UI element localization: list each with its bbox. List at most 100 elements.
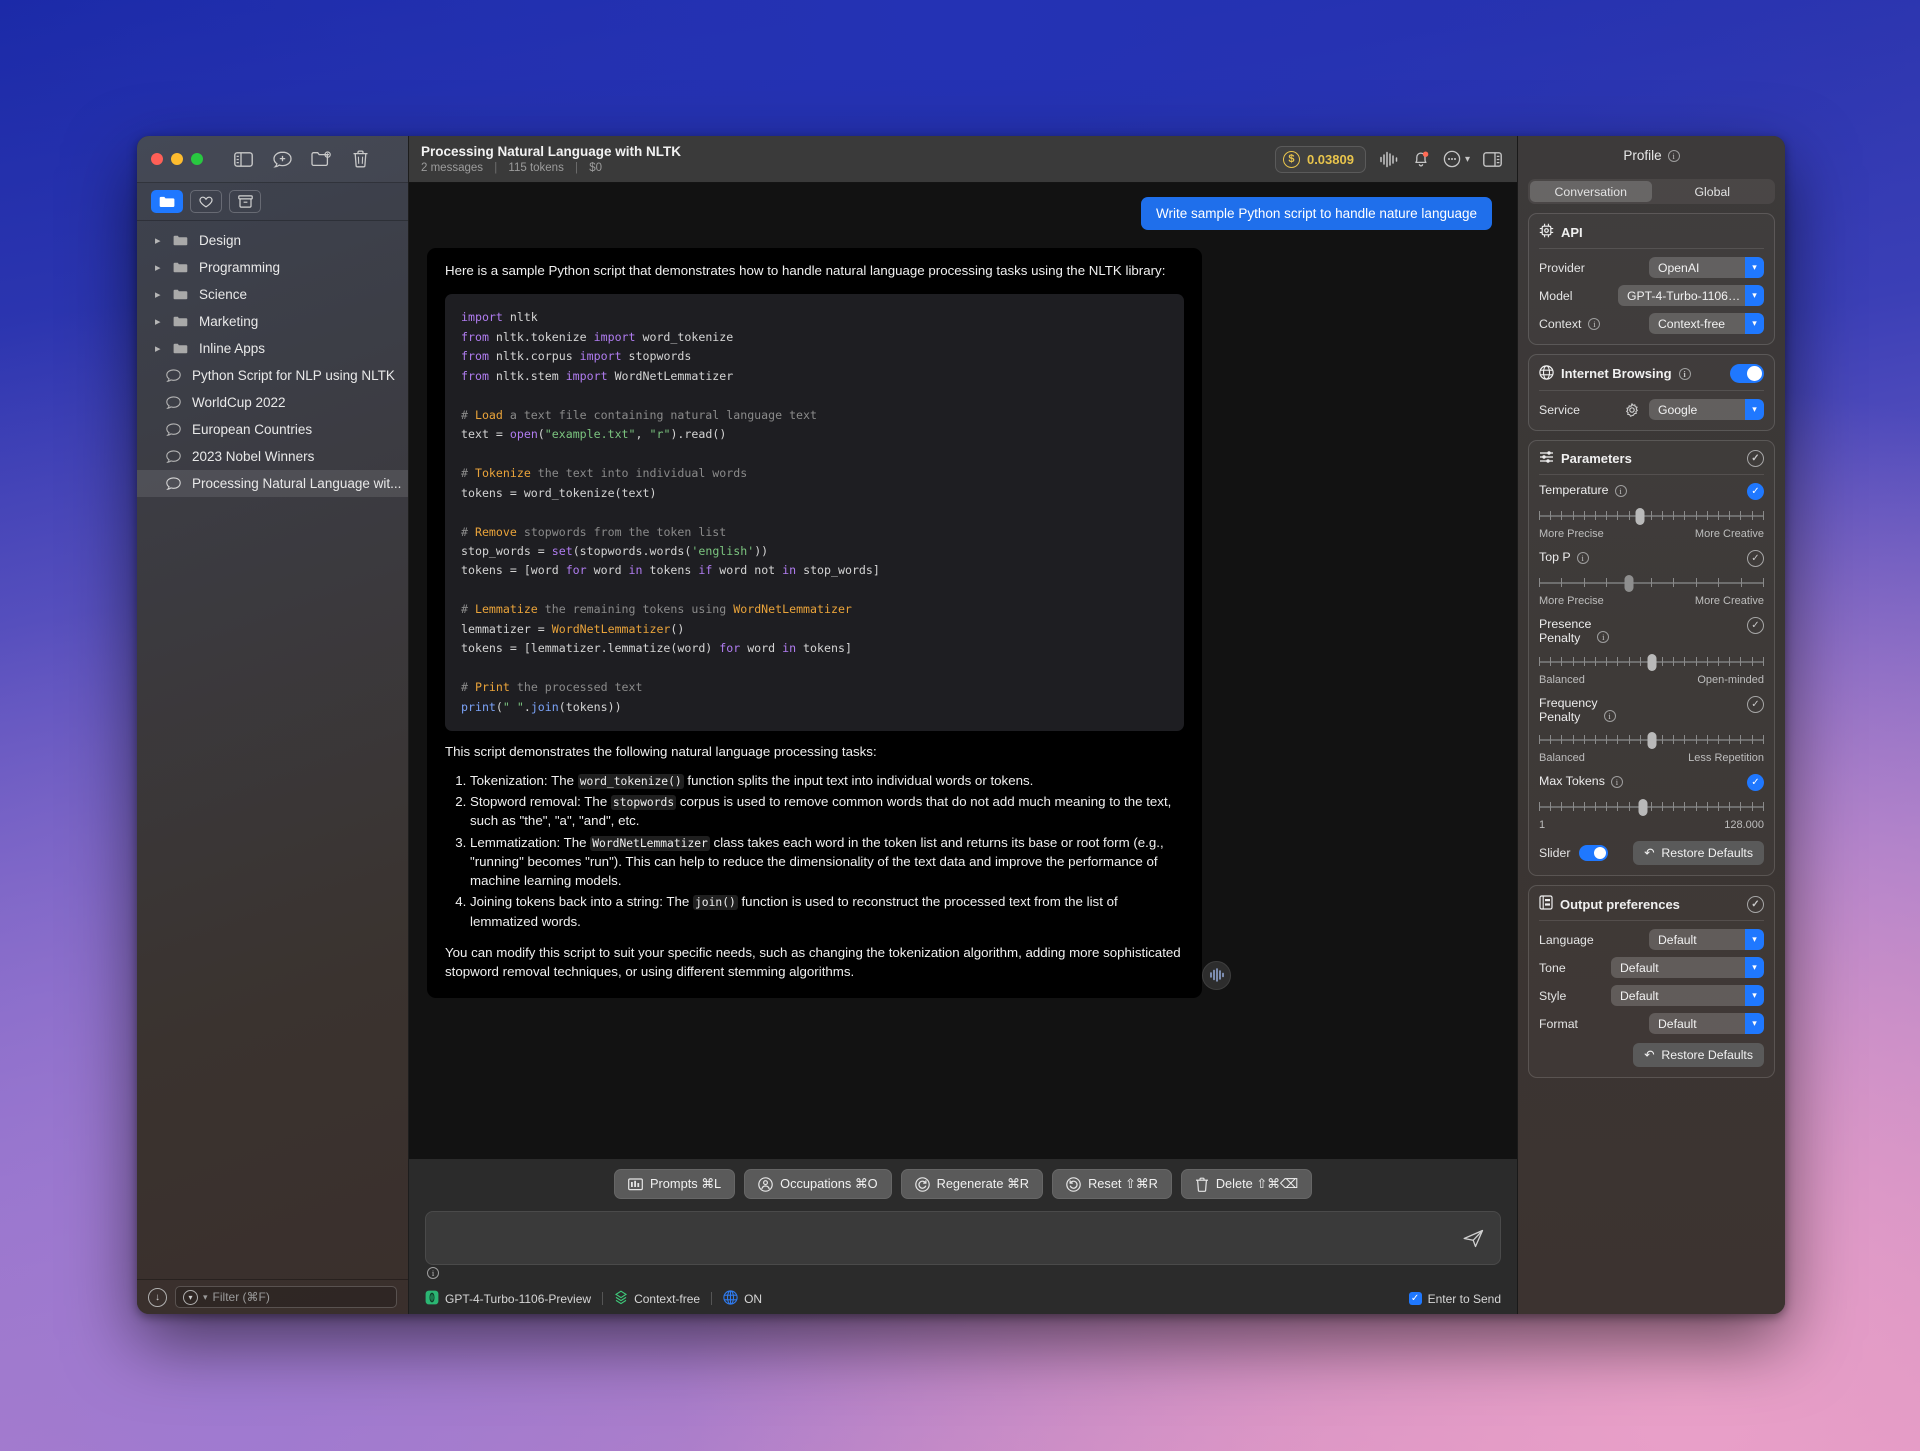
gear-icon[interactable] (1625, 402, 1639, 417)
info-icon[interactable]: i (1588, 317, 1601, 330)
info-icon[interactable]: i (1667, 149, 1680, 162)
tree-item-chat[interactable]: Python Script for NLP using NLTK (137, 362, 408, 389)
waveform-icon[interactable] (1379, 151, 1399, 168)
tree-item-folder[interactable]: ▸ Inline Apps (137, 335, 408, 362)
chevron-right-icon[interactable]: ▸ (155, 234, 166, 247)
info-icon[interactable]: i (1603, 709, 1616, 722)
chevron-right-icon[interactable]: ▸ (155, 261, 166, 274)
status-model[interactable]: GPT-4-Turbo-1106-Preview (425, 1290, 591, 1308)
checkbox-icon[interactable]: ✓ (1408, 1292, 1422, 1305)
slider-knob[interactable] (1635, 508, 1645, 525)
code-block[interactable]: import nltk from nltk.tokenize import wo… (445, 294, 1184, 732)
trash-icon[interactable] (345, 146, 375, 172)
tree-item-folder[interactable]: ▸ Science (137, 281, 408, 308)
occupations-button[interactable]: Occupations ⌘O (744, 1169, 892, 1199)
minimize-window-button[interactable] (171, 153, 183, 165)
balance-badge[interactable]: $ 0.03809 (1274, 145, 1366, 173)
service-select[interactable]: Google ▾ (1649, 399, 1764, 420)
param-slider[interactable] (1539, 507, 1764, 525)
favorites-icon[interactable] (190, 190, 222, 213)
chevron-right-icon[interactable]: ▸ (155, 288, 166, 301)
close-window-button[interactable] (151, 153, 163, 165)
bell-icon[interactable] (1412, 150, 1430, 168)
button-label: Reset ⇧⌘R (1088, 1176, 1158, 1191)
info-icon[interactable]: i (427, 1267, 439, 1279)
tree-item-chat[interactable]: European Countries (137, 416, 408, 443)
new-chat-icon[interactable] (267, 146, 297, 172)
accessibility-icon[interactable]: ✓ (1747, 895, 1764, 913)
slider-mode-toggle[interactable] (1579, 845, 1609, 862)
context-select[interactable]: Context-free ▾ (1649, 313, 1764, 334)
model-select[interactable]: GPT-4-Turbo-1106-... ▾ (1618, 285, 1764, 306)
chevron-down-icon[interactable]: ▾ (1745, 399, 1764, 420)
reset-button[interactable]: Reset ⇧⌘R (1052, 1169, 1172, 1199)
chevron-down-icon[interactable]: ▾ (1745, 257, 1764, 278)
zoom-window-button[interactable] (191, 153, 203, 165)
tree-item-folder[interactable]: ▸ Marketing (137, 308, 408, 335)
archive-icon[interactable] (229, 190, 261, 213)
chevron-down-icon[interactable]: ▾ (1745, 957, 1764, 979)
tree-item-chat[interactable]: 2023 Nobel Winners (137, 443, 408, 470)
format-select[interactable]: Default ▾ (1649, 1013, 1764, 1035)
slider-knob[interactable] (1624, 575, 1634, 592)
filter-menu-icon[interactable]: ▾ (183, 1289, 198, 1305)
param-enable-checkbox[interactable]: ✓ (1747, 483, 1764, 500)
provider-select[interactable]: OpenAI ▾ (1649, 257, 1764, 278)
param-slider[interactable] (1539, 731, 1764, 750)
folder-icon[interactable] (151, 190, 183, 213)
chevron-down-icon[interactable]: ▾ (1745, 929, 1764, 951)
chevron-down-icon[interactable]: ▾ (1745, 313, 1764, 334)
chevron-down-icon[interactable]: ▾ (1465, 154, 1470, 165)
info-icon[interactable]: i (1610, 776, 1623, 789)
filter-input[interactable]: ▾ ▾ Filter (⌘F) (175, 1286, 397, 1308)
param-slider[interactable] (1539, 574, 1764, 592)
slider-knob[interactable] (1647, 653, 1656, 671)
info-icon[interactable]: i (1597, 631, 1610, 643)
internet-browsing-toggle[interactable] (1730, 364, 1764, 383)
param-enable-checkbox[interactable]: ✓ (1747, 774, 1764, 792)
style-select[interactable]: Default ▾ (1611, 985, 1764, 1007)
more-options-button[interactable]: ▾ (1443, 150, 1470, 168)
regenerate-button[interactable]: Regenerate ⌘R (900, 1169, 1044, 1199)
status-browsing[interactable]: ON (723, 1289, 762, 1308)
param-enable-checkbox[interactable]: ✓ (1747, 695, 1764, 713)
param-enable-checkbox[interactable]: ✓ (1747, 550, 1764, 567)
info-icon[interactable]: i (1576, 552, 1589, 564)
sidebar-toggle-icon[interactable] (228, 146, 258, 172)
chevron-right-icon[interactable]: ▸ (155, 315, 166, 328)
language-select[interactable]: Default ▾ (1649, 929, 1764, 951)
info-icon[interactable]: i (1614, 485, 1627, 497)
chevron-down-icon[interactable]: ▾ (1745, 285, 1764, 306)
slider-knob[interactable] (1638, 799, 1647, 817)
restore-defaults-output-button[interactable]: ↶ Restore Defaults (1633, 1043, 1764, 1068)
restore-defaults-parameters-button[interactable]: ↶ Restore Defaults (1633, 841, 1764, 866)
tree-item-chat-selected[interactable]: Processing Natural Language wit... (137, 470, 408, 497)
profile-scope-tabs[interactable]: Conversation Global (1528, 179, 1775, 204)
tone-select[interactable]: Default ▾ (1611, 957, 1764, 979)
prompts-button[interactable]: Prompts ⌘L (614, 1169, 736, 1199)
tab-conversation[interactable]: Conversation (1530, 181, 1652, 202)
tab-global[interactable]: Global (1652, 181, 1774, 202)
send-icon[interactable] (1457, 1229, 1490, 1248)
tree-item-chat[interactable]: WorldCup 2022 (137, 389, 408, 416)
undo-icon: ↶ (1644, 1048, 1655, 1063)
message-list[interactable]: Write sample Python script to handle nat… (409, 183, 1517, 1159)
param-slider[interactable] (1539, 653, 1764, 671)
new-folder-icon[interactable] (306, 146, 336, 172)
param-slider[interactable] (1539, 798, 1764, 817)
info-icon[interactable]: i (1678, 367, 1691, 380)
param-enable-checkbox[interactable]: ✓ (1747, 617, 1764, 634)
slider-knob[interactable] (1647, 732, 1656, 750)
chevron-down-icon[interactable]: ▾ (1745, 985, 1764, 1007)
chevron-down-icon[interactable]: ▾ (1745, 1013, 1764, 1035)
download-icon[interactable]: ↓ (148, 1287, 167, 1307)
status-context[interactable]: Context-free (614, 1290, 700, 1308)
composer-box[interactable] (425, 1211, 1501, 1265)
tree-item-folder[interactable]: ▸ Programming (137, 254, 408, 281)
delete-button[interactable]: Delete ⇧⌘⌫ (1180, 1169, 1312, 1199)
chevron-right-icon[interactable]: ▸ (155, 342, 166, 355)
tree-item-folder[interactable]: ▸ Design (137, 227, 408, 254)
inspector-toggle-icon[interactable] (1483, 151, 1502, 167)
accessibility-icon[interactable]: ✓ (1747, 450, 1764, 467)
enter-to-send-toggle[interactable]: ✓ Enter to Send (1408, 1292, 1501, 1306)
